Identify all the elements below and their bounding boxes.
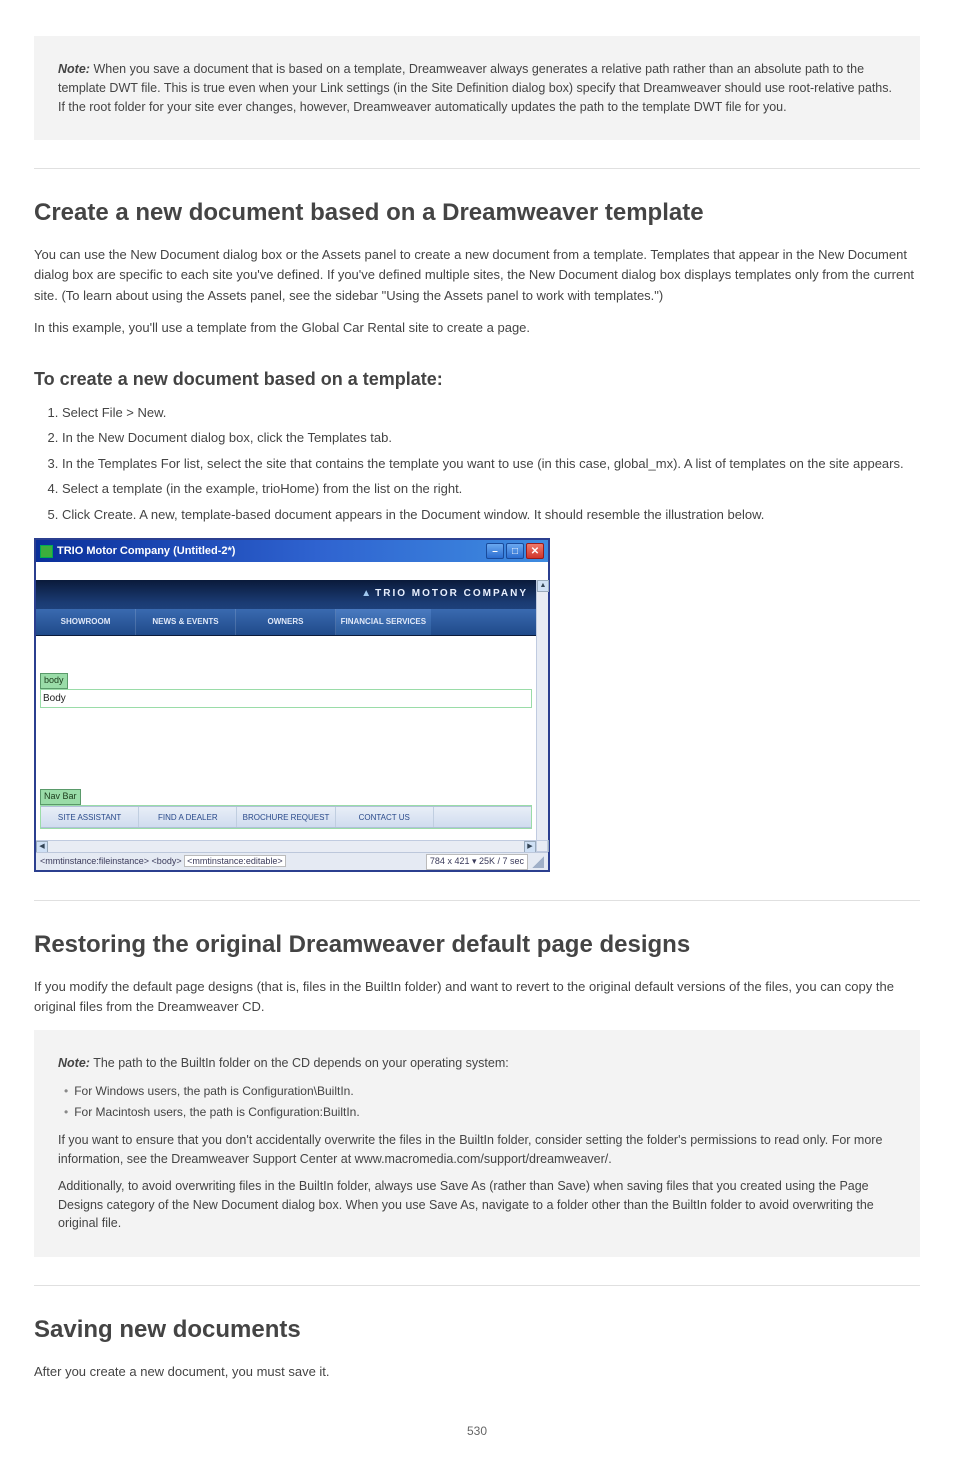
top-nav: SHOWROOM NEWS & EVENTS OWNERS FINANCIAL …	[36, 609, 536, 635]
note-label-b: Note:	[58, 1056, 90, 1070]
nav-owners[interactable]: OWNERS	[236, 609, 336, 635]
maximize-button[interactable]: □	[506, 543, 524, 559]
close-button[interactable]: ✕	[526, 543, 544, 559]
section3-para: After you create a new document, you mus…	[34, 1362, 920, 1382]
botnav-brochure[interactable]: BROCHURE REQUEST	[237, 807, 335, 827]
bottom-nav: SITE ASSISTANT FIND A DEALER BROCHURE RE…	[41, 806, 531, 828]
noteB-para3: Additionally, to avoid overwriting files…	[58, 1177, 896, 1233]
tag-selector-path[interactable]: <mmtinstance:fileinstance> <body> <mmtin…	[40, 855, 286, 869]
heading-restoring: Restoring the original Dreamweaver defau…	[34, 927, 920, 963]
nav-financial[interactable]: FINANCIAL SERVICES	[336, 609, 431, 635]
editable-region-tab-navbar[interactable]: Nav Bar	[40, 789, 81, 805]
noteB-bullet1: For Windows users, the path is Configura…	[74, 1082, 353, 1100]
botnav-contact[interactable]: CONTACT US	[336, 807, 434, 827]
divider	[34, 1285, 920, 1286]
step-1: Select File > New.	[62, 403, 920, 423]
editable-region-body: body Body	[40, 668, 532, 708]
app-icon	[40, 545, 53, 558]
window-titlebar: TRIO Motor Company (Untitled-2*) – □ ✕	[36, 540, 548, 562]
steps-list: Select File > New. In the New Document d…	[56, 403, 920, 525]
step-5: Click Create. A new, template-based docu…	[62, 505, 920, 525]
section1-para1: You can use the New Document dialog box …	[34, 245, 920, 305]
divider	[34, 168, 920, 169]
noteB-bullet2: For Macintosh users, the path is Configu…	[74, 1103, 359, 1121]
step-2: In the New Document dialog box, click th…	[62, 428, 920, 448]
document-canvas: ▲TRIO MOTOR COMPANY SHOWROOM NEWS & EVEN…	[36, 580, 536, 859]
vertical-scrollbar[interactable]: ▲ ▼	[536, 580, 548, 852]
divider	[34, 900, 920, 901]
section1-para2: In this example, you'll use a template f…	[34, 318, 920, 338]
scroll-up-icon[interactable]: ▲	[537, 580, 549, 592]
step-3: In the Templates For list, select the si…	[62, 454, 920, 474]
editable-region-tab-body[interactable]: body	[40, 673, 68, 689]
horizontal-scrollbar[interactable]: ◀ ▶	[36, 840, 536, 852]
heading-saving: Saving new documents	[34, 1312, 920, 1348]
noteB-para2: If you want to ensure that you don't acc…	[58, 1131, 896, 1169]
noteB-intro: The path to the BuiltIn folder on the CD…	[93, 1056, 509, 1070]
note-box-builtin-path: Note: The path to the BuiltIn folder on …	[34, 1030, 920, 1258]
screenshot-dreamweaver-window: TRIO Motor Company (Untitled-2*) – □ ✕ T…	[34, 538, 550, 872]
steps-intro: To create a new document based on a temp…	[34, 366, 920, 393]
scrollbar-corner	[536, 840, 548, 852]
note-label: Note:	[58, 62, 90, 76]
page-number: 530	[34, 1422, 920, 1440]
step-4: Select a template (in the example, trioH…	[62, 479, 920, 499]
status-bar: <mmtinstance:fileinstance> <body> <mmtin…	[36, 852, 548, 870]
editable-region-body-content[interactable]: Body	[40, 689, 532, 708]
window-controls: – □ ✕	[486, 543, 544, 559]
brand-triangle-icon: ▲	[361, 588, 373, 599]
botnav-find-dealer[interactable]: FIND A DEALER	[139, 807, 237, 827]
nav-news[interactable]: NEWS & EVENTS	[136, 609, 236, 635]
nav-showroom[interactable]: SHOWROOM	[36, 609, 136, 635]
page-banner: ▲TRIO MOTOR COMPANY SHOWROOM NEWS & EVEN…	[36, 580, 536, 636]
bullet-icon: •	[64, 1103, 68, 1121]
window-title: TRIO Motor Company (Untitled-2*)	[57, 543, 235, 560]
note-text: When you save a document that is based o…	[58, 62, 892, 114]
resize-grip-icon[interactable]	[532, 856, 544, 868]
botnav-site-assistant[interactable]: SITE ASSISTANT	[41, 807, 139, 827]
section2-para: If you modify the default page designs (…	[34, 977, 920, 1017]
minimize-button[interactable]: –	[486, 543, 504, 559]
dimensions-size[interactable]: 784 x 421 ▾ 25K / 7 sec	[426, 854, 528, 870]
bullet-icon: •	[64, 1082, 68, 1100]
editable-region-navbar[interactable]: SITE ASSISTANT FIND A DEALER BROCHURE RE…	[40, 805, 532, 829]
heading-create-new-doc: Create a new document based on a Dreamwe…	[34, 195, 920, 231]
note-box-relative-path: Note: When you save a document that is b…	[34, 36, 920, 140]
brand-logo-text: ▲TRIO MOTOR COMPANY	[361, 586, 528, 601]
